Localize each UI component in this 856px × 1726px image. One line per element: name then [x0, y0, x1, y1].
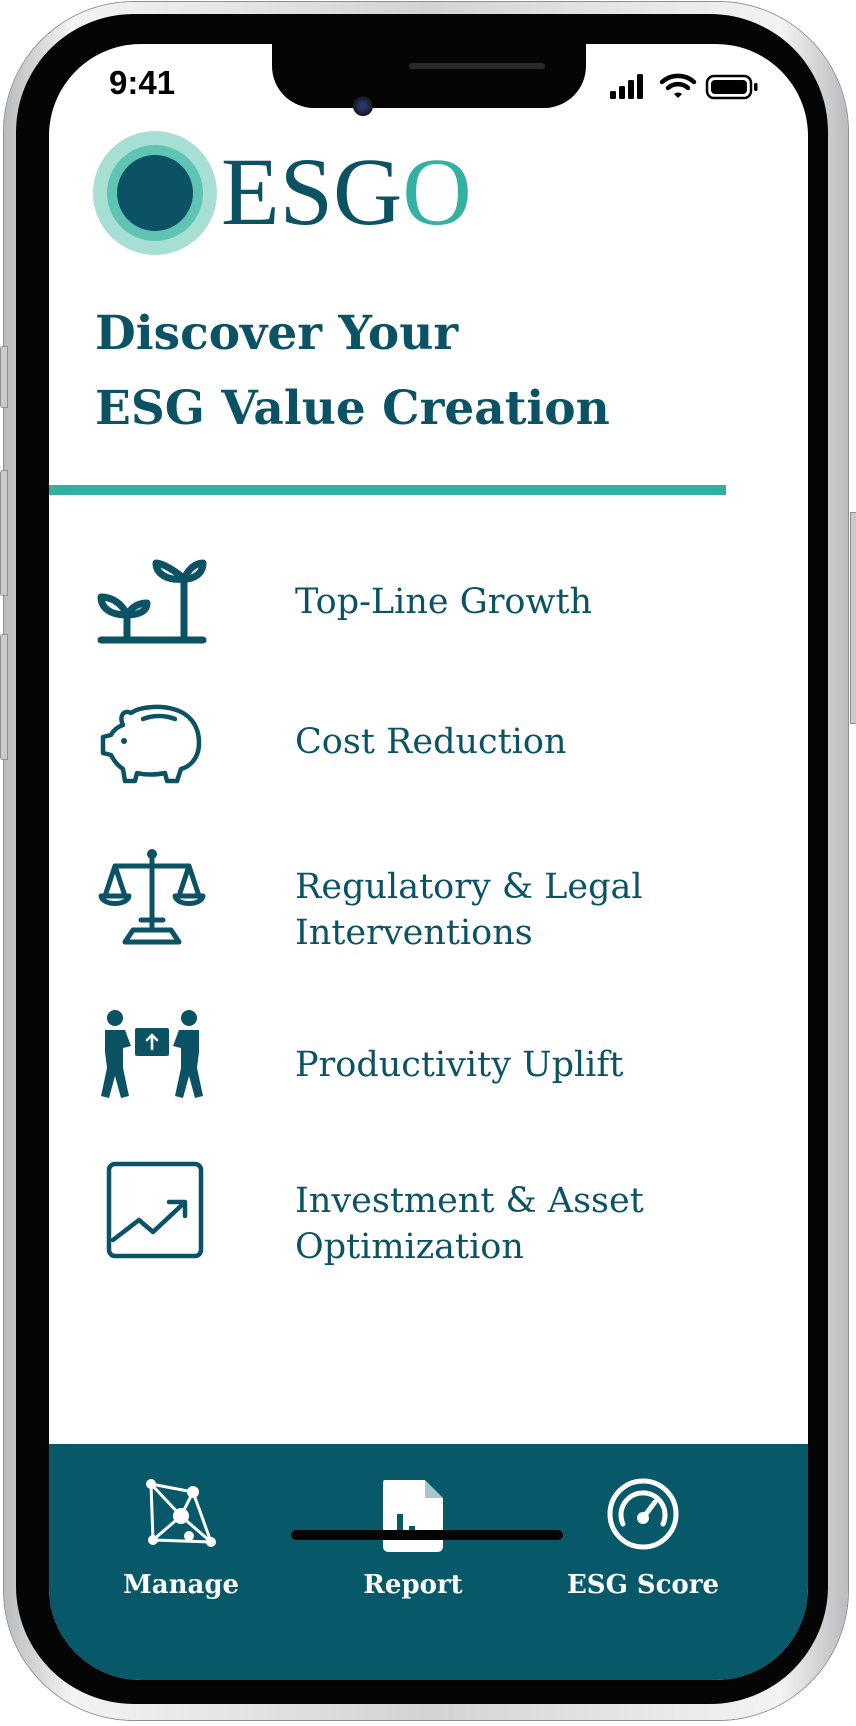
- home-indicator: [291, 1530, 563, 1540]
- status-time: 9:41: [109, 64, 176, 101]
- silent-switch: [0, 346, 8, 408]
- notch: [272, 44, 586, 108]
- gauge-icon: [607, 1478, 679, 1550]
- volume-down-button: [0, 634, 8, 760]
- wifi-icon: [659, 73, 697, 98]
- value-driver-label: Regulatory & Legal Interventions: [295, 867, 643, 953]
- volume-up-button: [0, 470, 8, 596]
- brand-name-suffix: O: [402, 138, 472, 245]
- teamwork-icon: [101, 1010, 203, 1098]
- tab-manage-label: Manage: [122, 1570, 240, 1600]
- brand-name: ESGO: [221, 137, 472, 247]
- tab-report-label: Report: [363, 1570, 463, 1600]
- logo-mark-icon: [93, 131, 217, 255]
- bottom-tab-bar: Manage Report ESG Score: [49, 1444, 808, 1680]
- value-driver-top-line-growth[interactable]: Top-Line Growth: [89, 549, 769, 679]
- tab-esg-score-label: ESG Score: [566, 1570, 720, 1600]
- scales-icon: [98, 849, 206, 945]
- battery-icon: [705, 74, 758, 100]
- power-button: [850, 512, 856, 724]
- page-title: Discover Your ESG Value Creation: [95, 296, 735, 446]
- sprout-icon: [97, 559, 207, 644]
- value-driver-investment-asset[interactable]: Investment & Asset Optimization: [89, 1158, 769, 1288]
- value-driver-label: Cost Reduction: [295, 722, 567, 762]
- tab-manage[interactable]: Manage: [71, 1474, 291, 1624]
- value-driver-label: Top-Line Growth: [295, 582, 593, 622]
- value-driver-label: Investment & Asset Optimization: [295, 1181, 644, 1267]
- chart-growth-icon: [106, 1161, 204, 1259]
- piggy-bank-icon: [100, 704, 202, 784]
- title-divider: [49, 485, 726, 495]
- earpiece-speaker: [409, 63, 545, 69]
- front-camera: [353, 96, 373, 116]
- value-driver-label: Productivity Uplift: [295, 1045, 624, 1085]
- brand-name-prefix: ESG: [221, 138, 403, 245]
- page-title-line1: Discover Your: [95, 306, 459, 361]
- network-icon: [146, 1479, 216, 1547]
- value-driver-cost-reduction[interactable]: Cost Reduction: [89, 689, 769, 819]
- tab-esg-score[interactable]: ESG Score: [533, 1474, 753, 1624]
- value-driver-productivity-uplift[interactable]: Productivity Uplift: [89, 1004, 769, 1134]
- value-driver-regulatory-legal[interactable]: Regulatory & Legal Interventions: [89, 844, 769, 974]
- app-screen: 9:41 ESGO Discover Your ESG Value Creati…: [49, 44, 808, 1680]
- page-title-line2: ESG Value Creation: [95, 381, 610, 436]
- report-document-icon: [383, 1480, 443, 1552]
- signal-icon: [610, 74, 643, 99]
- tab-report[interactable]: Report: [303, 1474, 523, 1624]
